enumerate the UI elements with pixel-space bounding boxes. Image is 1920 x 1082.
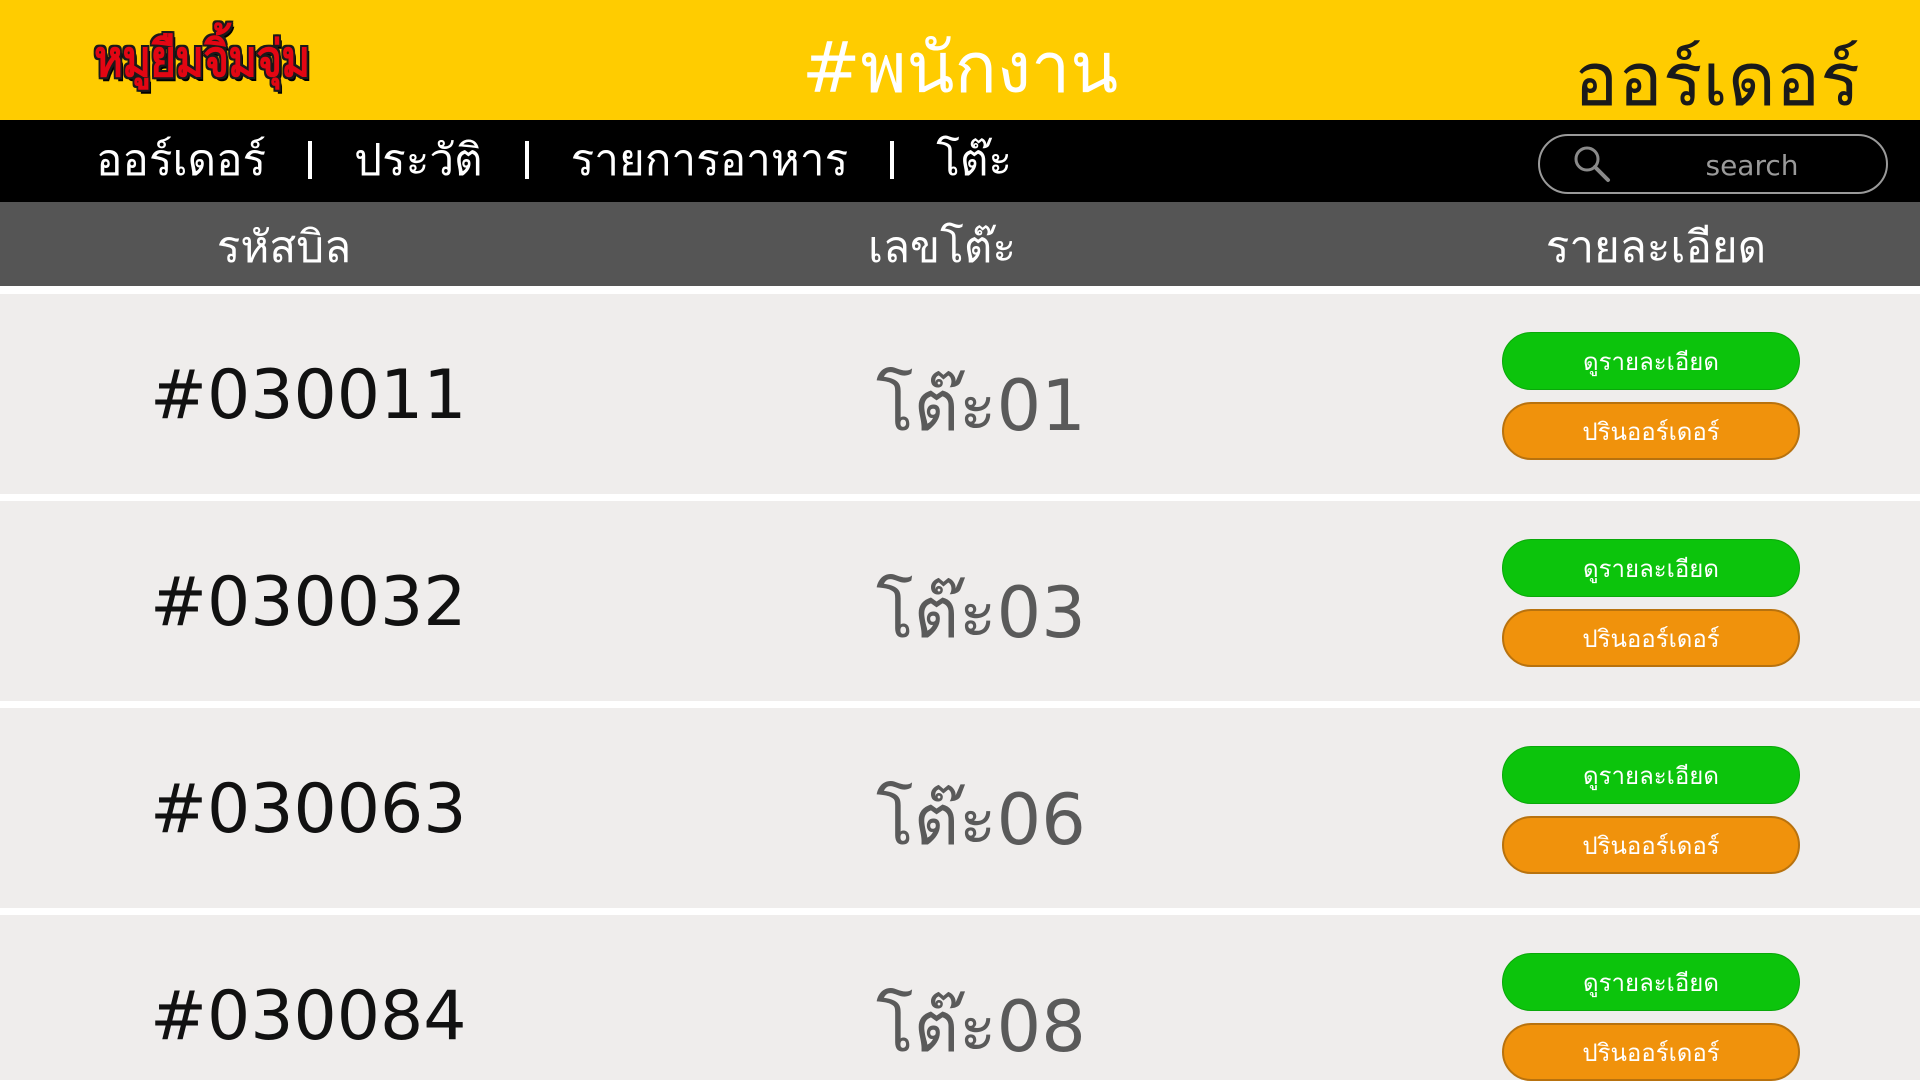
search-box[interactable] [1538, 134, 1888, 194]
view-details-button[interactable]: ดูรายละเอียด [1502, 746, 1800, 804]
nav-divider [524, 141, 529, 179]
bill-id: #030084 [150, 977, 467, 1056]
print-order-button[interactable]: ปรินออร์เดอร์ [1502, 1023, 1800, 1081]
table-number: โต๊ะ06 [876, 779, 1086, 861]
column-header-details: รายละเอียด [1545, 222, 1767, 273]
search-input[interactable] [1640, 144, 1864, 186]
print-order-button[interactable]: ปรินออร์เดอร์ [1502, 816, 1800, 874]
nav-divider [308, 141, 313, 179]
print-order-button[interactable]: ปรินออร์เดอร์ [1502, 402, 1800, 460]
bill-id: #030063 [150, 770, 467, 849]
nav-item-history[interactable]: ประวัติ [354, 125, 482, 195]
column-header-bill-id: รหัสบิล [216, 222, 352, 273]
view-details-button[interactable]: ดูรายละเอียด [1502, 332, 1800, 390]
nav-item-menu[interactable]: รายการอาหาร [571, 125, 849, 195]
top-header: หมูยืมจิ้มจุ่ม #พนักงาน ออร์เดอร์ [0, 0, 1920, 123]
nav-item-tables[interactable]: โต๊ะ [936, 125, 1012, 195]
table-number: โต๊ะ01 [876, 365, 1086, 447]
table-row: #030032 โต๊ะ03 ดูรายละเอียด ปรินออร์เดอร… [0, 501, 1920, 701]
nav-item-orders[interactable]: ออร์เดอร์ [96, 125, 266, 195]
table-number: โต๊ะ03 [876, 572, 1086, 654]
nav-menu: ออร์เดอร์ ประวัติ รายการอาหาร โต๊ะ [96, 130, 1012, 190]
table-row: #030011 โต๊ะ01 ดูรายละเอียด ปรินออร์เดอร… [0, 294, 1920, 494]
view-details-button[interactable]: ดูรายละเอียด [1502, 539, 1800, 597]
search-icon[interactable] [1570, 142, 1614, 186]
print-order-button[interactable]: ปรินออร์เดอร์ [1502, 609, 1800, 667]
bill-id: #030011 [150, 356, 467, 435]
table-number: โต๊ะ08 [876, 986, 1086, 1068]
table-header: รหัสบิล เลขโต๊ะ รายละเอียด [0, 202, 1920, 286]
column-header-table-number: เลขโต๊ะ [868, 222, 1016, 273]
bill-id: #030032 [150, 563, 467, 642]
table-row: #030084 โต๊ะ08 ดูรายละเอียด ปรินออร์เดอร… [0, 915, 1920, 1081]
nav-divider [890, 141, 895, 179]
view-details-button[interactable]: ดูรายละเอียด [1502, 953, 1800, 1011]
table-row: #030063 โต๊ะ06 ดูรายละเอียด ปรินออร์เดอร… [0, 708, 1920, 908]
